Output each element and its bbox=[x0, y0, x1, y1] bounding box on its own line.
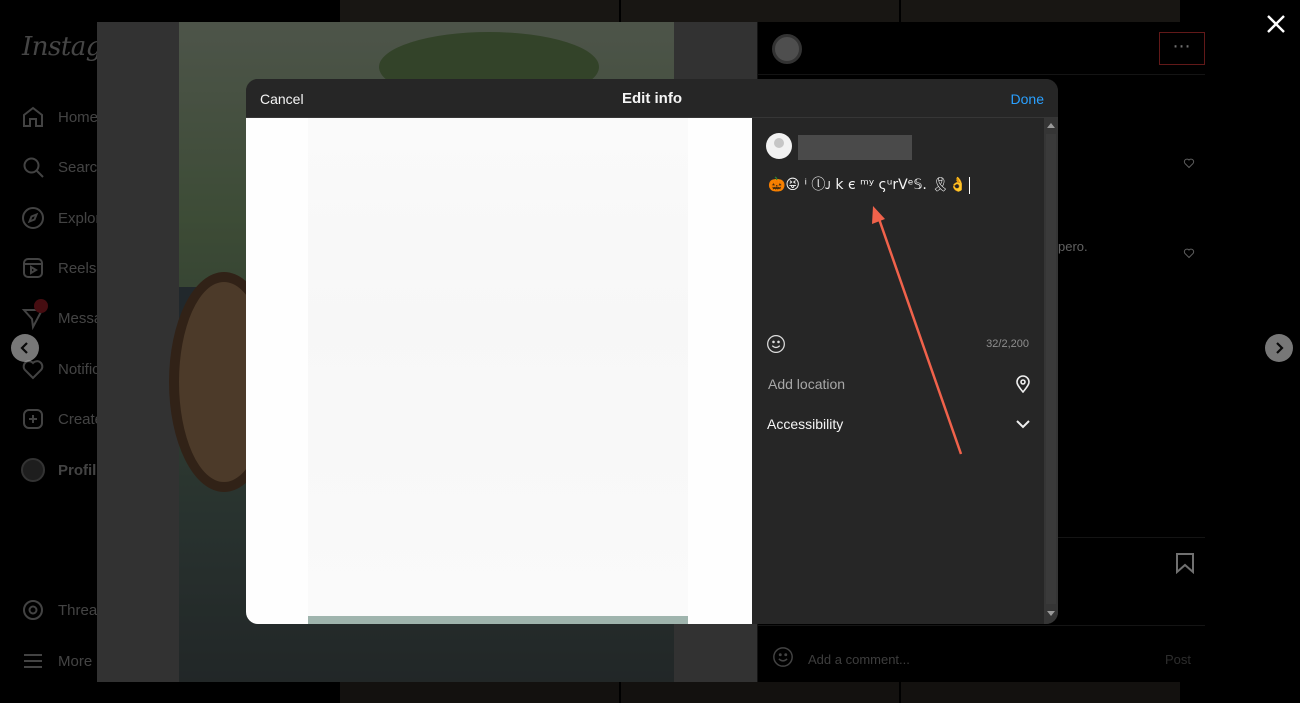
scroll-thumb[interactable] bbox=[1046, 134, 1056, 604]
text-caret bbox=[968, 176, 971, 194]
dialog-edit-panel: 🎃😝 ⁱ ⓛᴊ k є ᵐʸ ςᵘrVᵉ𝕊. 🎗👌 32/2,200 Add l… bbox=[752, 118, 1058, 624]
dialog-post-image bbox=[246, 118, 752, 624]
chevron-right-icon bbox=[1276, 342, 1284, 354]
location-pin-icon bbox=[1015, 375, 1031, 394]
edit-info-dialog: Cancel Edit info Done 🎃😝 ⁱ ⓛᴊ k є ᵐʸ ςᵘr… bbox=[246, 79, 1058, 624]
caption-text: 🎃😝 ⁱ ⓛᴊ k є ᵐʸ ςᵘrVᵉ𝕊. 🎗👌 bbox=[768, 177, 967, 193]
previous-post-button[interactable] bbox=[11, 334, 39, 362]
dialog-header: Cancel Edit info Done bbox=[246, 79, 1058, 118]
accessibility-section[interactable]: Accessibility bbox=[752, 405, 1043, 443]
chevron-down-icon bbox=[1015, 417, 1031, 429]
character-count: 32/2,200 bbox=[986, 338, 1029, 350]
caption-input[interactable]: 🎃😝 ⁱ ⓛᴊ k є ᵐʸ ςᵘrVᵉ𝕊. 🎗👌 bbox=[768, 174, 1038, 194]
next-post-button[interactable] bbox=[1265, 334, 1293, 362]
scroll-up-arrow[interactable] bbox=[1047, 123, 1055, 128]
scroll-down-arrow[interactable] bbox=[1047, 611, 1055, 616]
scrollbar[interactable] bbox=[1044, 118, 1058, 624]
emoji-icon[interactable] bbox=[766, 334, 786, 354]
done-button[interactable]: Done bbox=[1011, 91, 1044, 107]
accessibility-label: Accessibility bbox=[767, 416, 844, 432]
chevron-left-icon bbox=[20, 342, 28, 354]
add-location-label: Add location bbox=[768, 376, 846, 392]
add-location-field[interactable]: Add location bbox=[752, 365, 1043, 403]
close-icon[interactable] bbox=[1264, 12, 1288, 36]
dialog-title: Edit info bbox=[622, 90, 682, 107]
avatar bbox=[766, 133, 792, 159]
username-redacted bbox=[798, 135, 912, 160]
